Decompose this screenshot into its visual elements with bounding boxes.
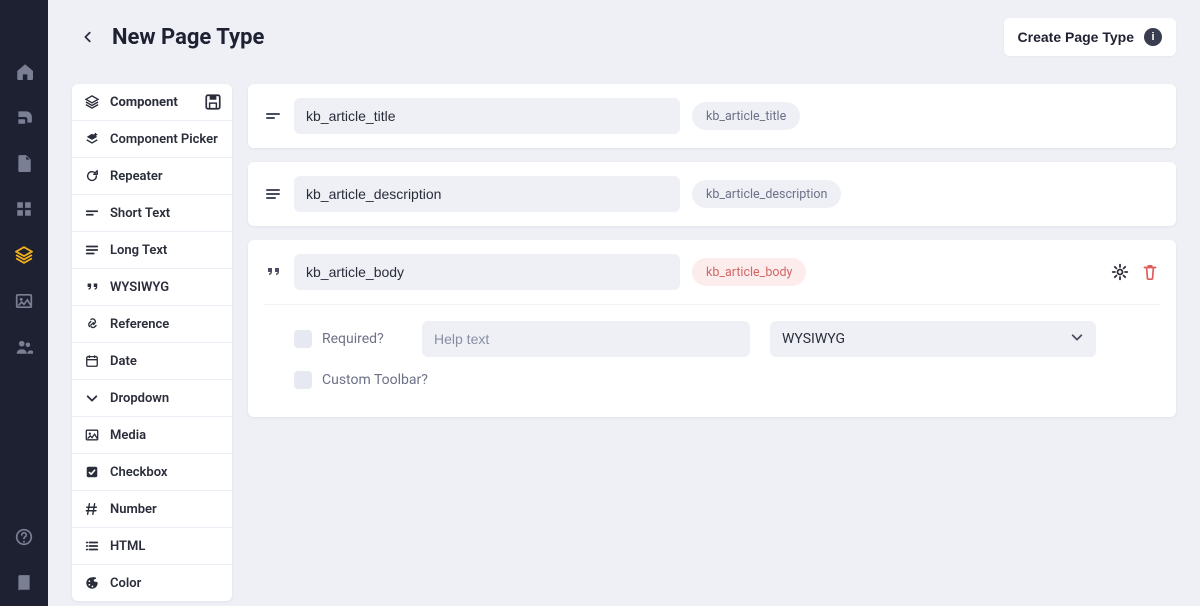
- list-icon: [84, 538, 100, 554]
- field-card: kb_article_title: [248, 84, 1176, 148]
- palette-item-label: Repeater: [110, 169, 163, 184]
- chevron-down-icon: [84, 390, 100, 406]
- palette-item-label: Long Text: [110, 243, 167, 258]
- nav-pages[interactable]: [0, 140, 48, 186]
- required-label: Required?: [322, 331, 384, 347]
- palette-item-short-text[interactable]: Short Text: [72, 195, 232, 232]
- required-checkbox[interactable]: Required?: [294, 330, 402, 348]
- palette-item-label: Dropdown: [110, 391, 169, 406]
- help-text-input[interactable]: [422, 321, 750, 357]
- palette-item-label: WYSIWYG: [110, 280, 169, 295]
- field-slug-chip: kb_article_description: [692, 180, 841, 208]
- layers-plus-icon: [84, 131, 100, 147]
- field-settings-panel: Required? WYSIWYG Custom Toolbar?: [264, 304, 1160, 389]
- palette-item-reference[interactable]: Reference: [72, 306, 232, 343]
- nav-blog[interactable]: [0, 94, 48, 140]
- palette-item-label: Component Picker: [110, 132, 218, 147]
- palette-item-media[interactable]: Media: [72, 417, 232, 454]
- field-name-input[interactable]: [294, 98, 680, 134]
- checkbox-box: [294, 371, 312, 389]
- checkbox-box: [294, 330, 312, 348]
- palette-item-html[interactable]: HTML: [72, 528, 232, 565]
- palette-item-label: Reference: [110, 317, 169, 332]
- palette-item-label: Date: [110, 354, 137, 369]
- field-name-input[interactable]: [294, 176, 680, 212]
- nav-media[interactable]: [0, 278, 48, 324]
- palette-item-dropdown[interactable]: Dropdown: [72, 380, 232, 417]
- short-text-icon: [264, 107, 282, 125]
- palette-item-component-picker[interactable]: Component Picker: [72, 121, 232, 158]
- page-title: New Page Type: [112, 25, 264, 50]
- checkbox-icon: [84, 464, 100, 480]
- calendar-icon: [84, 353, 100, 369]
- back-button[interactable]: [72, 21, 104, 53]
- nav-collections[interactable]: [0, 186, 48, 232]
- palette-item-checkbox[interactable]: Checkbox: [72, 454, 232, 491]
- chevron-left-icon: [81, 30, 95, 44]
- palette-item-component[interactable]: Component: [72, 84, 232, 121]
- field-delete-button[interactable]: [1140, 262, 1160, 282]
- palette-item-label: Number: [110, 502, 157, 517]
- field-card-expanded: kb_article_body Required?: [248, 240, 1176, 417]
- quote-icon: [84, 279, 100, 295]
- quote-icon: [264, 263, 282, 281]
- palette-item-number[interactable]: Number: [72, 491, 232, 528]
- chevron-down-icon: [1070, 330, 1084, 348]
- gear-icon: [1111, 263, 1129, 281]
- palette-item-wysiwyg[interactable]: WYSIWYG: [72, 269, 232, 306]
- select-value: WYSIWYG: [782, 331, 845, 347]
- image-icon: [84, 427, 100, 443]
- palette-item-label: Media: [110, 428, 146, 443]
- field-type-select[interactable]: WYSIWYG: [770, 321, 1096, 357]
- link-icon: [84, 316, 100, 332]
- custom-toolbar-label: Custom Toolbar?: [322, 372, 428, 388]
- nav-docs[interactable]: [0, 560, 48, 606]
- fields-list: kb_article_title kb_article_description: [248, 84, 1176, 417]
- create-page-type-button[interactable]: Create Page Type i: [1004, 18, 1176, 56]
- long-text-icon: [264, 185, 282, 203]
- field-name-input[interactable]: [294, 254, 680, 290]
- palette-item-label: Color: [110, 576, 141, 591]
- palette-icon: [84, 575, 100, 591]
- field-slug-chip: kb_article_body: [692, 258, 806, 286]
- custom-toolbar-checkbox[interactable]: Custom Toolbar?: [294, 371, 428, 389]
- nav-help[interactable]: [0, 514, 48, 560]
- field-settings-button[interactable]: [1110, 262, 1130, 282]
- main: New Page Type Create Page Type i Compone…: [48, 0, 1200, 606]
- field-card: kb_article_description: [248, 162, 1176, 226]
- short-text-icon: [84, 205, 100, 221]
- nav-components[interactable]: [0, 232, 48, 278]
- refresh-icon: [84, 168, 100, 184]
- save-icon[interactable]: [204, 93, 222, 111]
- palette-item-repeater[interactable]: Repeater: [72, 158, 232, 195]
- trash-icon: [1141, 263, 1159, 281]
- header: New Page Type Create Page Type i: [72, 18, 1176, 56]
- palette-item-label: Component: [110, 95, 178, 110]
- palette-item-label: HTML: [110, 539, 145, 554]
- nav-rail: [0, 0, 48, 606]
- palette-item-long-text[interactable]: Long Text: [72, 232, 232, 269]
- nav-users[interactable]: [0, 324, 48, 370]
- nav-home[interactable]: [0, 48, 48, 94]
- field-type-palette: Component Component Picker Repeater Shor…: [72, 84, 232, 601]
- create-button-label: Create Page Type: [1018, 29, 1134, 45]
- info-icon: i: [1144, 28, 1162, 46]
- palette-item-color[interactable]: Color: [72, 565, 232, 601]
- palette-item-date[interactable]: Date: [72, 343, 232, 380]
- field-slug-chip: kb_article_title: [692, 102, 800, 130]
- layers-icon: [84, 94, 100, 110]
- long-text-icon: [84, 242, 100, 258]
- palette-item-label: Short Text: [110, 206, 170, 221]
- palette-item-label: Checkbox: [110, 465, 168, 480]
- hash-icon: [84, 501, 100, 517]
